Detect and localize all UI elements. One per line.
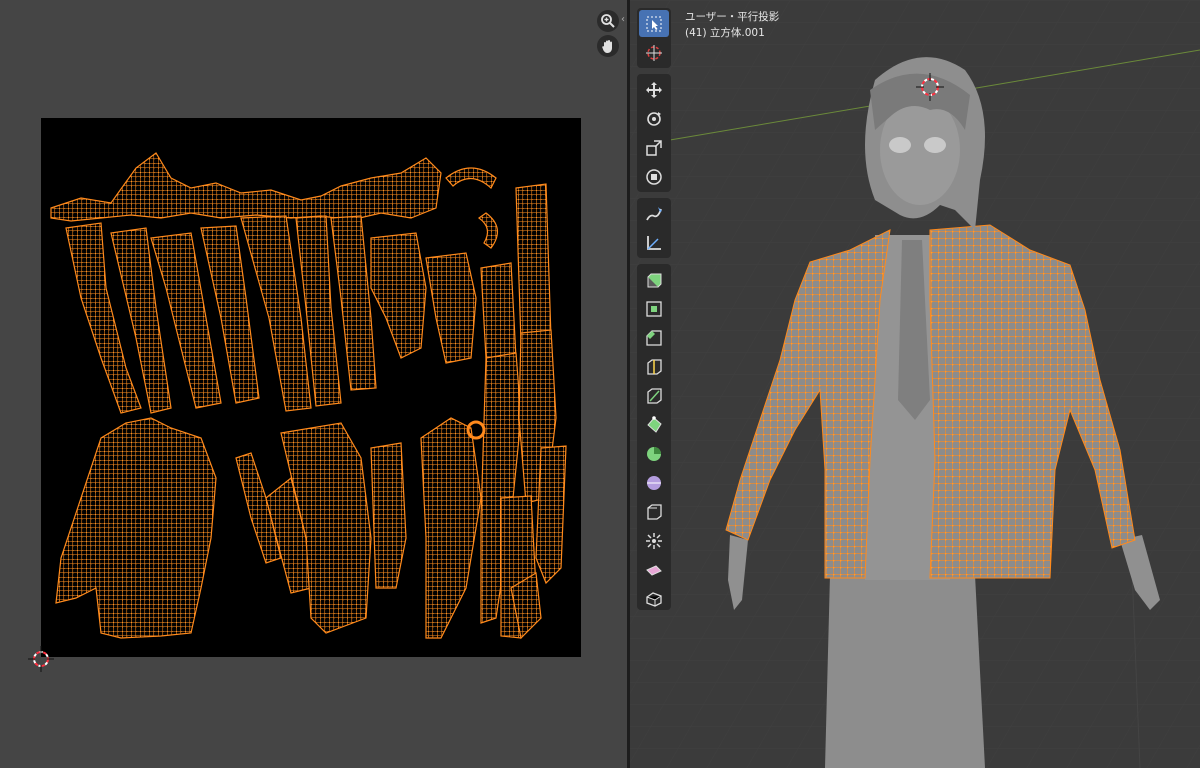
knife-icon <box>647 387 662 404</box>
rip-tool[interactable] <box>639 585 669 612</box>
inset-icon <box>646 300 662 317</box>
shear-tool[interactable] <box>639 556 669 583</box>
tool-group-annotate <box>637 198 671 258</box>
measure-icon <box>647 235 661 250</box>
scale-icon <box>646 139 662 156</box>
bevel-icon <box>646 329 662 346</box>
spin-icon <box>647 446 661 461</box>
transform-tool[interactable] <box>639 163 669 190</box>
scale-tool[interactable] <box>639 134 669 161</box>
poly-build-tool[interactable] <box>639 411 669 438</box>
smooth-tool[interactable] <box>639 469 669 496</box>
spin-tool[interactable] <box>639 440 669 467</box>
shrink-fatten-tool[interactable] <box>639 527 669 554</box>
annotate-icon <box>646 206 662 220</box>
extrude-icon <box>647 273 662 287</box>
zoom-icon[interactable] <box>597 10 619 32</box>
transform-icon <box>646 168 662 185</box>
rip-icon <box>646 591 662 607</box>
loop-cut-tool[interactable] <box>639 353 669 380</box>
tool-group-mesh-edit <box>637 264 671 610</box>
edge-slide-tool[interactable] <box>639 498 669 525</box>
tool-shelf <box>637 8 671 610</box>
rotate-tool[interactable] <box>639 105 669 132</box>
inset-tool[interactable] <box>639 295 669 322</box>
viewport-view-name: ユーザー・平行投影 <box>685 11 780 23</box>
select-box-tool[interactable] <box>639 10 669 37</box>
tool-group-select <box>637 8 671 68</box>
move-tool[interactable] <box>639 76 669 103</box>
hand-pan-icon[interactable] <box>597 35 619 57</box>
bevel-tool[interactable] <box>639 324 669 351</box>
move-icon <box>646 81 662 98</box>
loop-cut-icon <box>647 358 662 375</box>
knife-tool[interactable] <box>639 382 669 409</box>
poly-build-icon <box>647 415 662 433</box>
viewport-scene <box>630 0 1200 768</box>
collapse-arrow-icon[interactable]: ‹ <box>621 14 625 25</box>
shrink-fatten-icon <box>646 532 662 549</box>
select-box-icon <box>646 16 662 31</box>
extrude-tool[interactable] <box>639 266 669 293</box>
tool-group-transform <box>637 74 671 192</box>
rotate-icon <box>647 111 661 126</box>
uv-2d-cursor-icon[interactable] <box>28 646 54 676</box>
cursor-icon <box>646 44 662 61</box>
annotate-tool[interactable] <box>639 200 669 227</box>
3d-viewport[interactable]: ユーザー・平行投影 (41) 立方体.001 <box>630 0 1200 768</box>
measure-tool[interactable] <box>639 229 669 256</box>
shear-icon <box>646 564 662 576</box>
uv-islands <box>50 152 567 640</box>
smooth-icon <box>647 475 661 490</box>
cursor-tool[interactable] <box>639 39 669 66</box>
edge-slide-icon <box>647 503 662 520</box>
viewport-object-info: (41) 立方体.001 <box>685 27 765 39</box>
uv-editor-panel[interactable]: ‹ <box>0 0 627 768</box>
uv-canvas[interactable] <box>41 118 581 657</box>
